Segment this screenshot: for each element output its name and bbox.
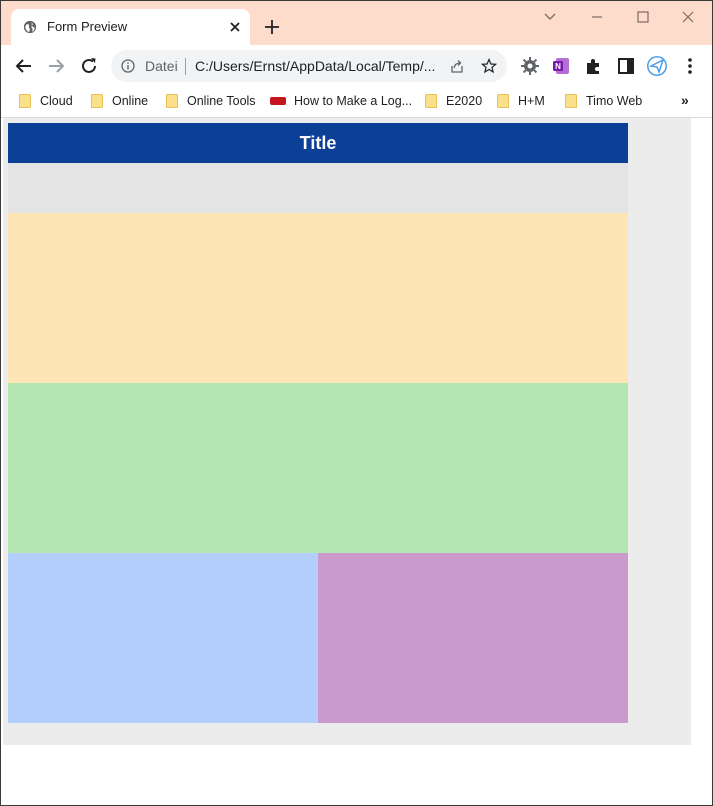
side-panel-icon[interactable] xyxy=(615,55,637,77)
security-label: Datei xyxy=(145,58,178,74)
share-icon[interactable] xyxy=(449,58,465,74)
folder-icon xyxy=(91,94,103,108)
new-tab-icon[interactable] xyxy=(261,16,283,38)
svg-text:N: N xyxy=(555,62,561,71)
maximize-icon[interactable] xyxy=(628,7,658,27)
bookmark-online[interactable]: Online xyxy=(91,91,148,111)
chevron-down-icon[interactable] xyxy=(535,7,565,27)
back-icon[interactable] xyxy=(13,55,35,77)
forward-icon[interactable] xyxy=(45,55,67,77)
page-background: Title xyxy=(3,118,691,745)
form-section-yellow xyxy=(8,213,628,383)
folder-icon xyxy=(497,94,509,108)
info-icon[interactable] xyxy=(121,59,135,73)
tab-form-preview[interactable]: Form Preview xyxy=(11,9,250,45)
form-section-purple xyxy=(318,553,628,723)
reload-icon[interactable] xyxy=(78,55,100,77)
bookmarks-bar: Cloud Online Online Tools How to Make a … xyxy=(1,87,712,118)
folder-icon xyxy=(166,94,178,108)
extensions-puzzle-icon[interactable] xyxy=(583,55,605,77)
page-viewport: Title xyxy=(1,118,712,805)
bookmark-h-m[interactable]: H+M xyxy=(497,91,545,111)
form-section-header-row xyxy=(8,163,628,213)
bookmark-cloud[interactable]: Cloud xyxy=(19,91,73,111)
folder-icon xyxy=(565,94,577,108)
onenote-icon[interactable]: N xyxy=(551,55,573,77)
tab-title: Form Preview xyxy=(47,19,128,34)
send-extension-icon[interactable] xyxy=(646,55,668,77)
window-close-icon[interactable] xyxy=(673,7,703,27)
browser-window: Form Preview Datei C:/Users/Ernst/AppDat… xyxy=(0,0,713,806)
form-section-blue xyxy=(8,553,318,723)
bookmark-how-to-make-a-logo[interactable]: How to Make a Log... xyxy=(270,91,412,111)
bookmark-e2020[interactable]: E2020 xyxy=(425,91,482,111)
omnibox-divider xyxy=(185,58,186,75)
browser-toolbar: Datei C:/Users/Ernst/AppData/Local/Temp/… xyxy=(1,45,712,87)
minimize-icon[interactable] xyxy=(582,7,612,27)
address-bar[interactable]: Datei C:/Users/Ernst/AppData/Local/Temp/… xyxy=(111,50,507,82)
bookmark-timo-web[interactable]: Timo Web xyxy=(565,91,642,111)
folder-icon xyxy=(425,94,437,108)
star-icon[interactable] xyxy=(481,58,497,74)
bookmark-online-tools[interactable]: Online Tools xyxy=(166,91,256,111)
form-section-green xyxy=(8,383,628,553)
folder-icon xyxy=(19,94,31,108)
tab-strip: Form Preview xyxy=(1,1,712,45)
bookmarks-more-button[interactable]: » xyxy=(681,92,689,108)
extension-gear-icon[interactable] xyxy=(519,55,541,77)
menu-icon[interactable] xyxy=(679,55,701,77)
form-title: Title xyxy=(8,123,628,163)
globe-icon xyxy=(23,20,37,34)
url-text[interactable]: C:/Users/Ernst/AppData/Local/Temp/... xyxy=(195,58,435,74)
close-icon[interactable] xyxy=(227,19,243,35)
site-logo-icon xyxy=(270,97,286,105)
